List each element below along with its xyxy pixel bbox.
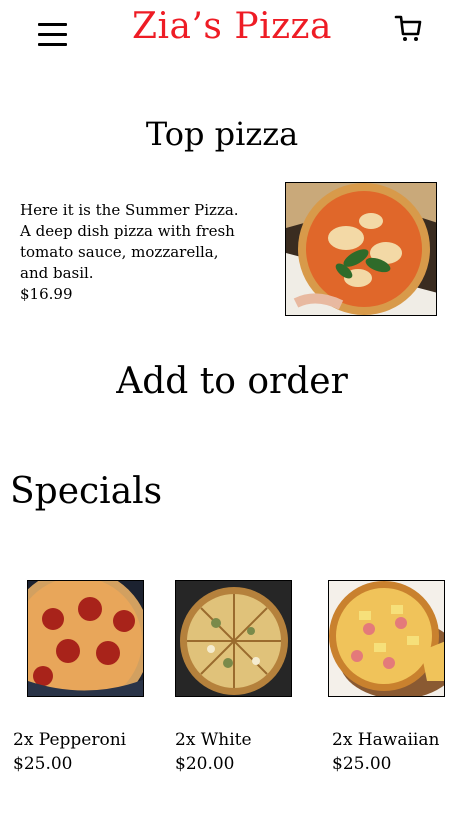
- pepperoni-pizza-photo[interactable]: [27, 580, 144, 697]
- white-pizza-photo[interactable]: [175, 580, 292, 697]
- summer-pizza-photo[interactable]: [285, 182, 437, 316]
- add-to-order-button[interactable]: Add to order: [0, 360, 464, 404]
- special-item-price: $25.00: [332, 754, 392, 774]
- shopping-cart-icon[interactable]: [394, 13, 424, 43]
- special-item-name: 2x Hawaiian: [332, 730, 440, 750]
- special-item-name: 2x White: [175, 730, 252, 750]
- special-item-price: $20.00: [175, 754, 235, 774]
- specials-heading: Specials: [10, 471, 163, 512]
- top-pizza-price: $16.99: [20, 285, 73, 303]
- top-pizza-heading: Top pizza: [145, 115, 299, 153]
- top-pizza-description: Here it is the Summer Pizza. A deep dish…: [20, 200, 240, 305]
- hawaiian-pizza-photo[interactable]: [328, 580, 445, 697]
- special-item-name: 2x Pepperoni: [13, 730, 127, 750]
- special-item-price: $25.00: [13, 754, 73, 774]
- top-pizza-description-text: Here it is the Summer Pizza. A deep dish…: [20, 201, 239, 282]
